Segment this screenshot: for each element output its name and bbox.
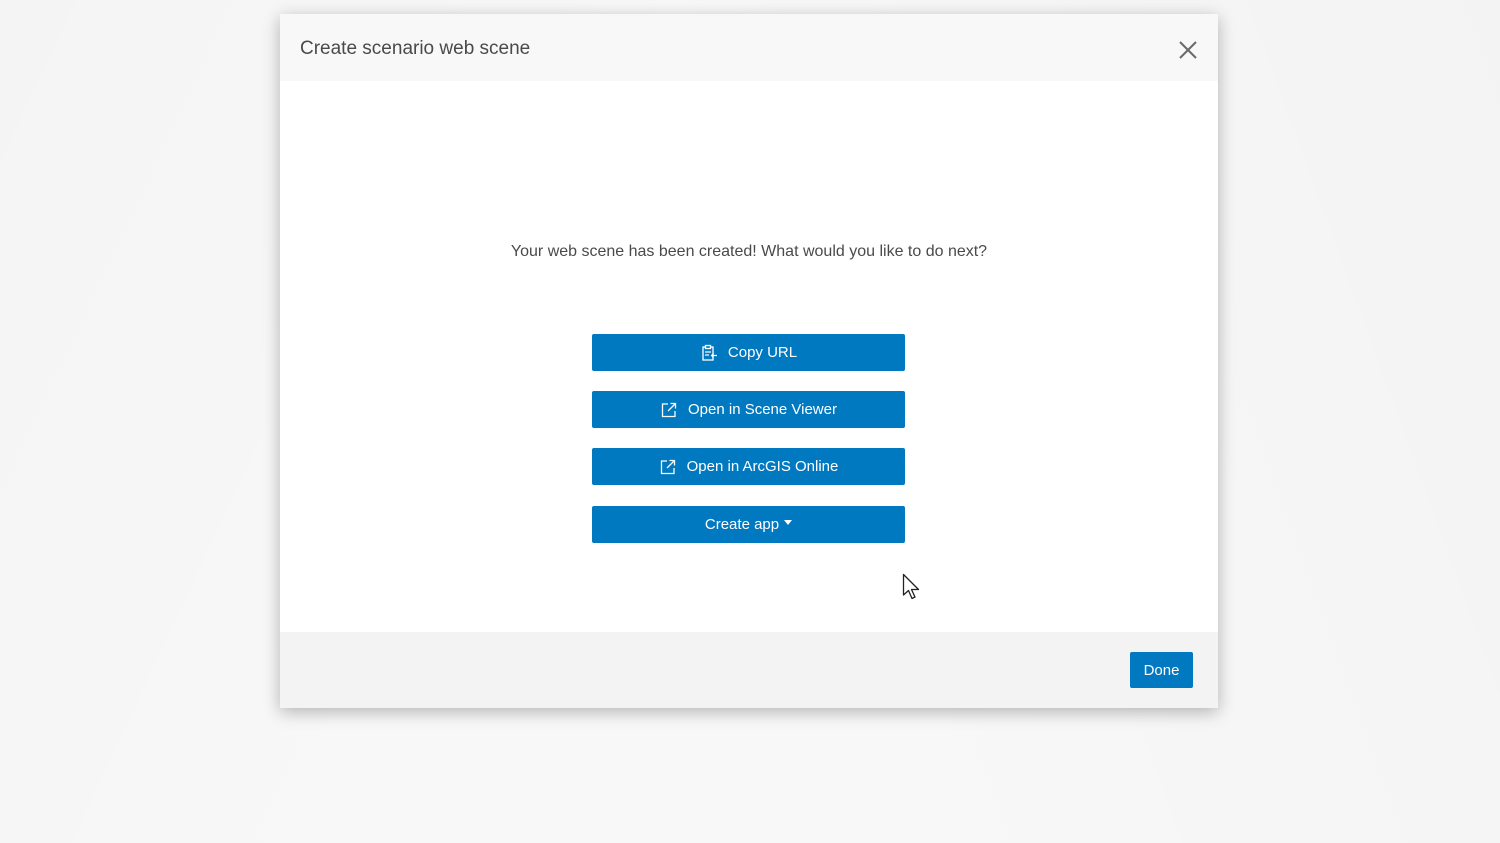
external-link-icon	[659, 458, 677, 476]
dialog-message: Your web scene has been created! What wo…	[510, 243, 988, 260]
dialog-header: Create scenario web scene	[280, 14, 1218, 81]
open-scene-viewer-button[interactable]: Open in Scene Viewer	[592, 391, 905, 428]
caret-down-icon	[784, 520, 793, 525]
dialog-title: Create scenario web scene	[300, 38, 531, 59]
open-scene-viewer-label: Open in Scene Viewer	[688, 401, 837, 418]
dialog-footer: Done	[280, 632, 1218, 708]
create-scene-dialog: Create scenario web scene Your web scene…	[280, 14, 1218, 708]
create-app-dropdown-button[interactable]: Create app	[592, 506, 905, 543]
open-arcgis-online-button[interactable]: Open in ArcGIS Online	[592, 448, 905, 485]
close-icon[interactable]	[1176, 38, 1200, 62]
done-button[interactable]: Done	[1130, 652, 1193, 688]
copy-url-label: Copy URL	[727, 344, 798, 361]
dialog-body: Your web scene has been created! What wo…	[280, 81, 1218, 632]
external-link-icon	[660, 401, 678, 419]
mouse-pointer-icon	[902, 573, 922, 601]
create-app-label: Create app	[704, 516, 780, 533]
clipboard-copy-icon	[700, 344, 718, 362]
open-arcgis-online-label: Open in ArcGIS Online	[686, 458, 839, 475]
copy-url-button[interactable]: Copy URL	[592, 334, 905, 371]
done-label: Done	[1143, 661, 1180, 679]
